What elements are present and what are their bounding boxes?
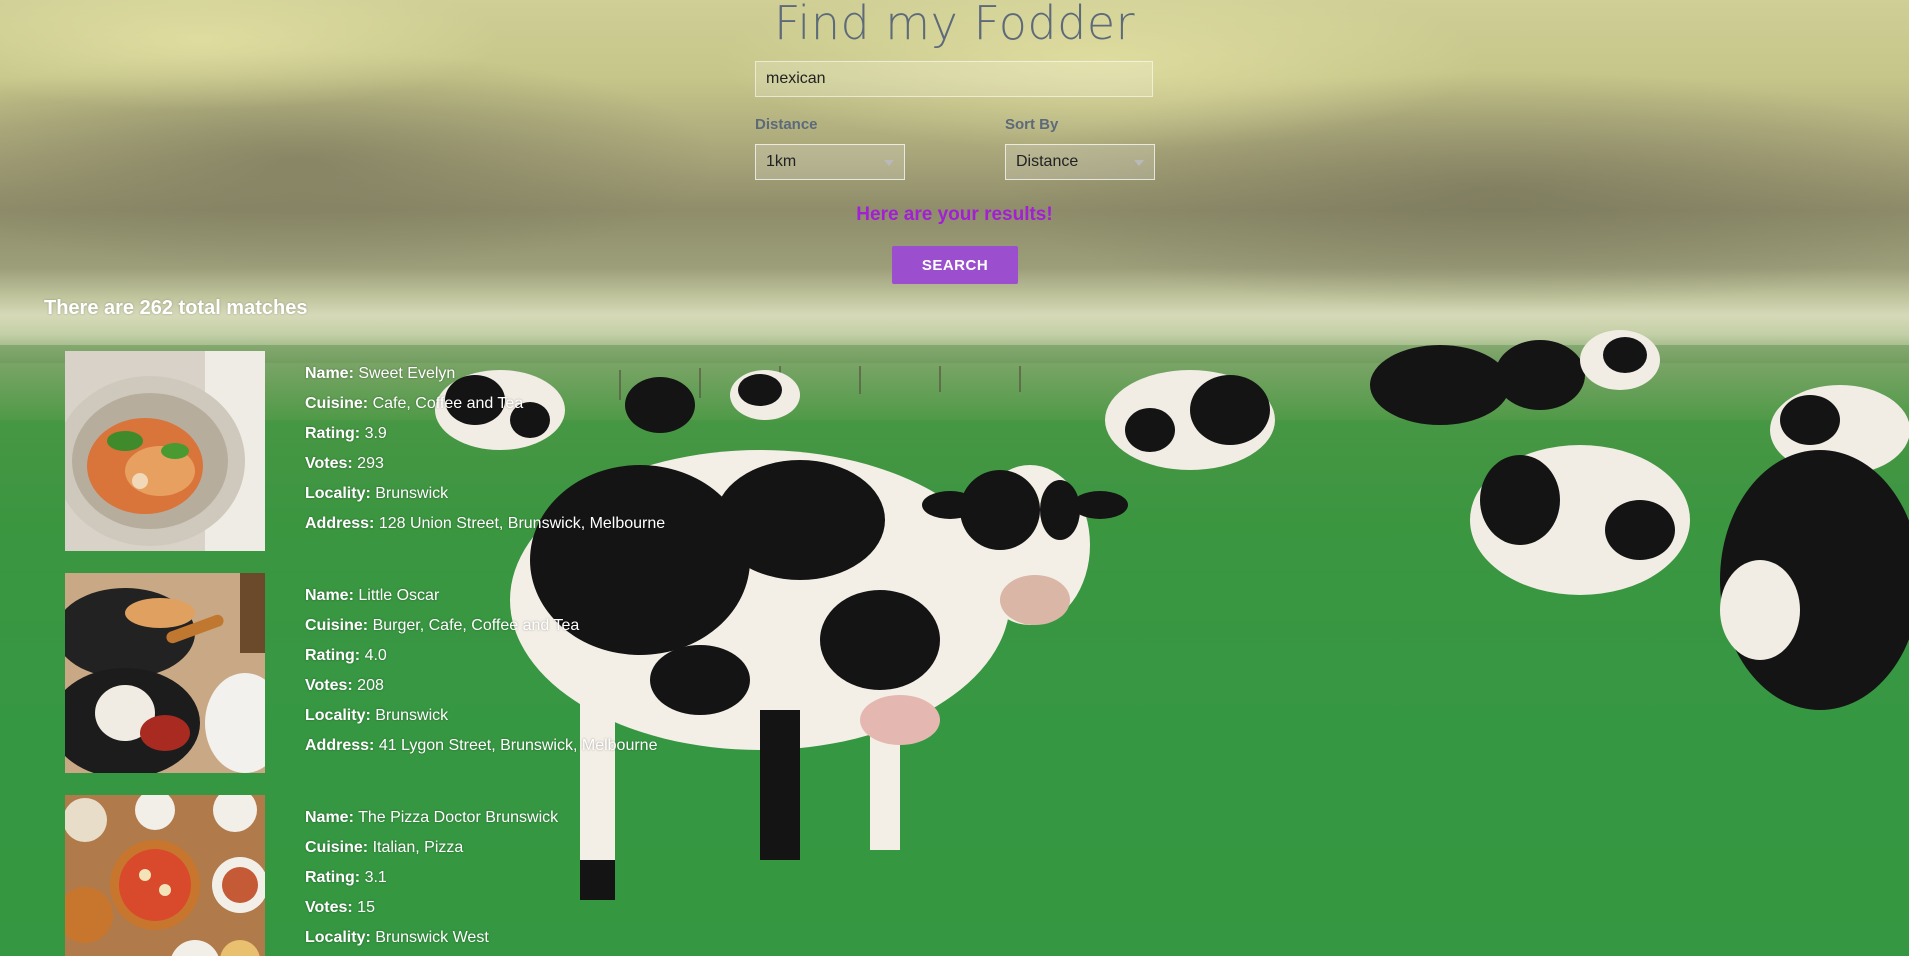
result-cuisine: Cuisine: Italian, Pizza xyxy=(305,839,464,856)
result-details: Name: The Pizza Doctor Brunswick Cuisine… xyxy=(305,803,558,953)
search-input[interactable] xyxy=(755,61,1153,97)
result-votes: Votes: 15 xyxy=(305,899,375,916)
result-locality: Locality: Brunswick West xyxy=(305,929,489,946)
result-details: Name: Sweet Evelyn Cuisine: Cafe, Coffee… xyxy=(305,359,665,539)
sort-by-select[interactable]: Distance xyxy=(1005,144,1155,180)
result-locality: Locality: Brunswick xyxy=(305,707,449,724)
food-thumbnail-image xyxy=(65,351,265,551)
sort-by-select-value: Distance xyxy=(1016,153,1079,170)
distance-label: Distance xyxy=(755,116,818,133)
result-name: Name: Sweet Evelyn xyxy=(305,365,456,382)
result-cuisine: Cuisine: Cafe, Coffee and Tea xyxy=(305,395,524,412)
result-card[interactable]: Name: Little Oscar Cuisine: Burger, Cafe… xyxy=(65,573,1065,773)
result-locality: Locality: Brunswick xyxy=(305,485,449,502)
result-rating: Rating: 3.9 xyxy=(305,425,387,442)
result-card[interactable]: Name: The Pizza Doctor Brunswick Cuisine… xyxy=(65,795,1065,956)
result-name: Name: Little Oscar xyxy=(305,587,440,604)
result-address: Address: 41 Lygon Street, Brunswick, Mel… xyxy=(305,737,658,754)
distance-select[interactable]: 1km xyxy=(755,144,905,180)
result-votes: Votes: 208 xyxy=(305,677,384,694)
dropdown-arrow-icon xyxy=(1134,160,1144,166)
match-count: There are 262 total matches xyxy=(44,297,308,319)
sort-by-label: Sort By xyxy=(1005,116,1059,133)
page-background: Find my Fodder Distance 1km Sort By Dist… xyxy=(0,0,1909,956)
result-rating: Rating: 4.0 xyxy=(305,647,387,664)
search-button[interactable]: SEARCH xyxy=(892,246,1018,284)
result-details: Name: Little Oscar Cuisine: Burger, Cafe… xyxy=(305,581,657,761)
results-message: Here are your results! xyxy=(856,204,1053,225)
page-title: Find my Fodder xyxy=(773,0,1136,50)
result-address: Address: 128 Union Street, Brunswick, Me… xyxy=(305,515,666,532)
result-name: Name: The Pizza Doctor Brunswick xyxy=(305,809,559,826)
result-votes: Votes: 293 xyxy=(305,455,384,472)
result-rating: Rating: 3.1 xyxy=(305,869,387,886)
dropdown-arrow-icon xyxy=(884,160,894,166)
food-thumbnail-image xyxy=(65,573,265,773)
food-thumbnail-image xyxy=(65,795,265,956)
result-card[interactable]: Name: Sweet Evelyn Cuisine: Cafe, Coffee… xyxy=(65,351,1065,551)
result-cuisine: Cuisine: Burger, Cafe, Coffee and Tea xyxy=(305,617,580,634)
distance-select-value: 1km xyxy=(766,153,797,170)
